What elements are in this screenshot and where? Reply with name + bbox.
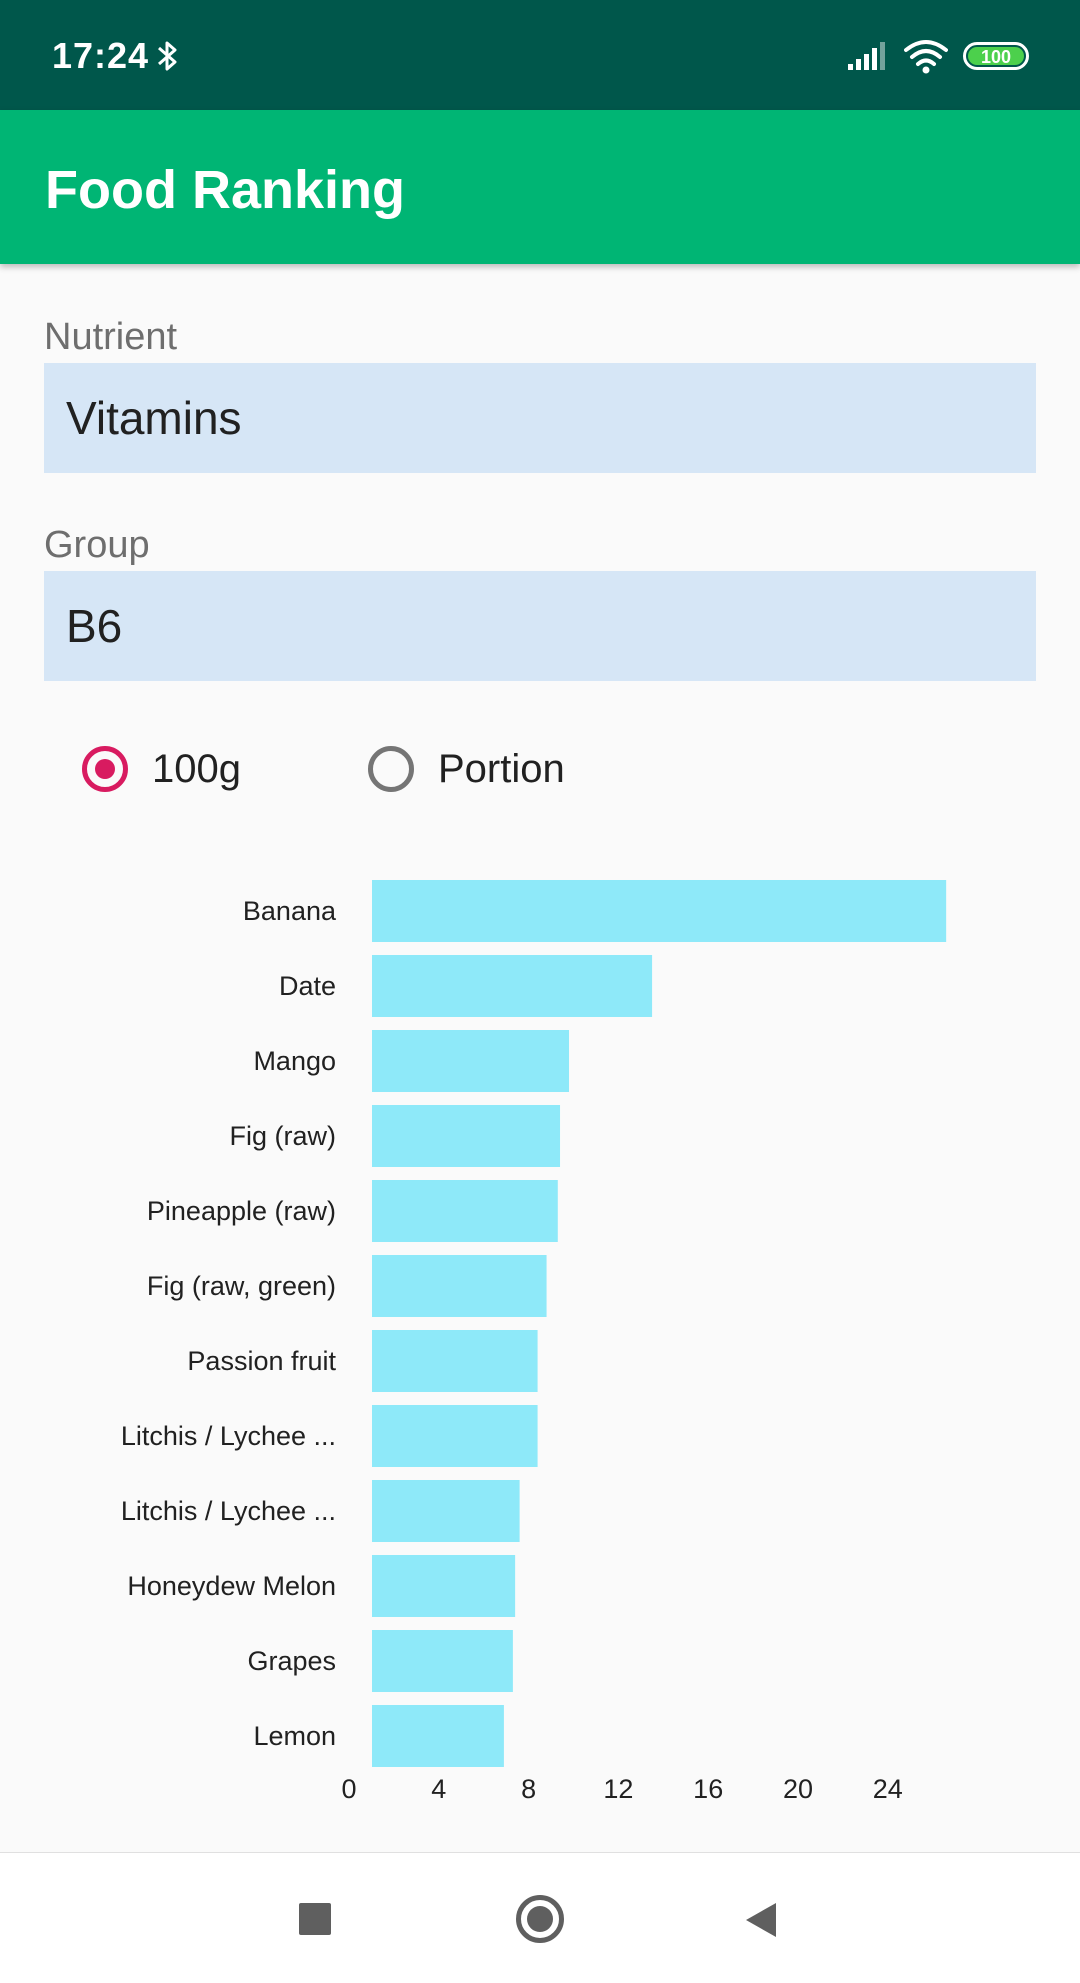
bar-5 [372,1255,547,1317]
radio-100g-label: 100g [152,746,241,791]
bar-10 [372,1630,513,1692]
home-icon-dot [527,1906,553,1932]
x-tick-label-6: 24 [873,1774,903,1804]
category-label-4: Pineapple (raw) [147,1196,336,1226]
bar-6 [372,1330,538,1392]
x-tick-label-1: 4 [431,1774,446,1804]
radio-unchecked-icon[interactable] [368,746,414,792]
status-bar: 17:24 100 [0,0,1080,110]
bar-2 [372,1030,570,1092]
recents-icon[interactable] [299,1903,331,1935]
app-title: Food Ranking [45,160,405,220]
category-label-6: Passion fruit [187,1346,336,1376]
category-label-0: Banana [243,896,337,926]
category-label-7: Litchis / Lychee ... [121,1421,336,1451]
wifi-icon [904,40,948,74]
nutrient-label: Nutrient [44,316,178,358]
bar-8 [372,1480,520,1542]
x-tick-label-2: 8 [521,1774,536,1804]
bluetooth-icon [158,41,177,71]
radio-checked-icon[interactable] [82,746,128,792]
nutrient-dropdown[interactable]: Vitamins [44,363,1036,473]
status-time: 17:24 [52,35,150,76]
category-label-1: Date [279,971,336,1001]
category-label-3: Fig (raw) [230,1121,337,1151]
battery-icon: 100 [963,42,1029,70]
bar-9 [372,1555,516,1617]
bar-3 [372,1105,561,1167]
radio-portion[interactable]: Portion [368,734,565,804]
category-label-2: Mango [253,1046,336,1076]
x-tick-label-0: 0 [341,1774,356,1804]
bar-7 [372,1405,538,1467]
home-icon[interactable] [516,1895,564,1943]
category-label-9: Honeydew Melon [127,1571,336,1601]
signal-icon [848,42,885,70]
category-label-10: Grapes [247,1646,336,1676]
radio-portion-label: Portion [438,746,565,791]
x-tick-label-5: 20 [783,1774,813,1804]
x-tick-label-4: 16 [693,1774,723,1804]
group-dropdown[interactable]: B6 [44,571,1036,681]
category-label-8: Litchis / Lychee ... [121,1496,336,1526]
bar-4 [372,1180,558,1242]
ranking-chart: Banana Date Mango Fig (raw) Pineapple (raw) F… [121,880,947,1804]
radio-100g[interactable]: 100g [82,734,241,804]
category-label-5: Fig (raw, green) [147,1271,336,1301]
x-tick-label-3: 12 [603,1774,633,1804]
battery-level: 100 [968,47,1024,67]
bar-11 [372,1705,504,1767]
bar-0 [372,880,947,942]
bar-1 [372,955,653,1017]
back-icon[interactable] [744,1901,778,1939]
app-bar: Food Ranking [0,110,1080,264]
category-label-11: Lemon [253,1721,336,1751]
nav-bar [0,1852,1080,1983]
group-label: Group [44,524,150,566]
